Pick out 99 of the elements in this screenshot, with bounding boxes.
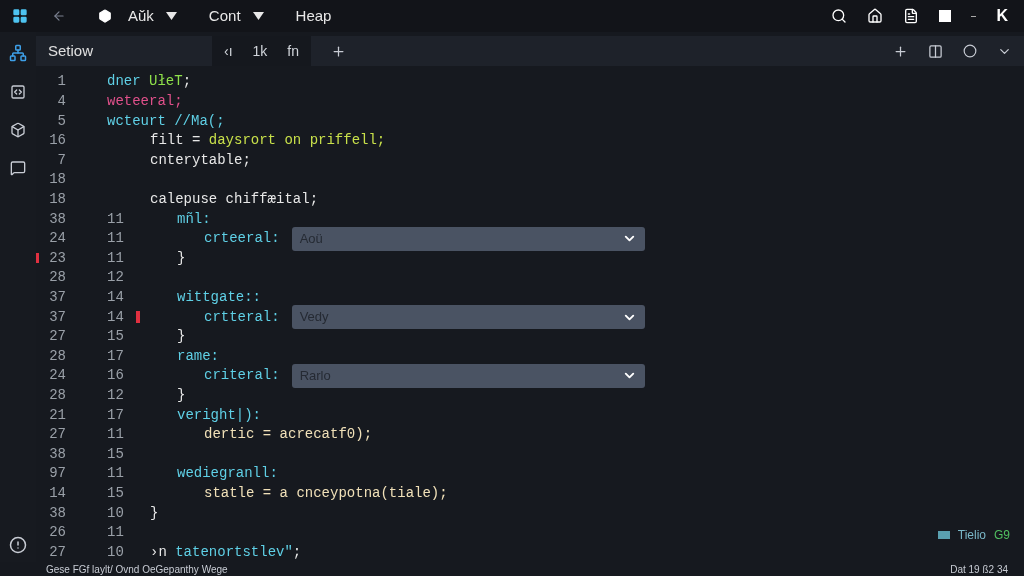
code-token: criteral: [204, 366, 280, 386]
menu-item[interactable]: Heap [295, 4, 332, 28]
line-number: 12 [107, 268, 124, 288]
line-number: 38 [49, 503, 66, 523]
line-number: 28 [49, 268, 66, 288]
close-button[interactable]: K [996, 4, 1008, 28]
network-icon[interactable] [9, 44, 27, 62]
line-number: 18 [49, 170, 66, 190]
status-text: Gese FGf laylt/ Ovnd OeGepanthy Wege [46, 562, 228, 576]
line-number: 14 [107, 307, 124, 327]
tab[interactable]: 1k [252, 40, 268, 62]
status-text: Dat 19 ß2 34 [950, 562, 1008, 576]
add-icon[interactable] [893, 43, 908, 59]
code-token: } [177, 385, 186, 405]
tab[interactable]: ‹ı [224, 40, 233, 62]
line-number: 5 [57, 111, 66, 131]
code-token: } [150, 503, 159, 523]
menu-item[interactable]: Aŭk [128, 4, 177, 28]
line-number: 28 [49, 385, 66, 405]
line-number: 37 [49, 307, 66, 327]
code-token: weteeral; [107, 92, 183, 112]
line-number: 11 [107, 464, 124, 484]
code-token: dertic = acrecatf0); [204, 425, 373, 445]
code-token: veright|): [177, 405, 261, 425]
line-number: 27 [49, 327, 66, 347]
line-number: 17 [107, 405, 124, 425]
line-number: 15 [107, 327, 124, 347]
line-number: 27 [49, 425, 66, 445]
add-icon[interactable] [331, 43, 347, 59]
code-token: rame: [177, 346, 219, 366]
line-number: 14 [107, 288, 124, 307]
line-number: 28 [49, 346, 66, 366]
line-number: 14 [49, 483, 66, 503]
code-token: mñl: [177, 209, 211, 229]
house-icon[interactable] [867, 8, 884, 24]
line-number: 16 [49, 131, 66, 151]
line-number: 11 [107, 229, 124, 249]
status-label: Tielio [957, 527, 986, 544]
circle-icon[interactable] [963, 44, 977, 59]
alert-icon[interactable] [9, 536, 27, 554]
split-icon[interactable] [928, 43, 943, 59]
line-number: 21 [49, 405, 66, 425]
line-number: 11 [107, 209, 124, 229]
search-icon[interactable] [831, 8, 848, 24]
menu-item[interactable]: Cont [208, 4, 264, 28]
code-token: UłeT [149, 72, 183, 92]
line-number: 24 [49, 229, 66, 249]
status-count: G9 [994, 527, 1010, 544]
code-token: filt = [150, 131, 202, 151]
minimize-icon[interactable] [971, 15, 977, 17]
square-icon[interactable] [939, 10, 952, 22]
line-number: 15 [107, 483, 124, 503]
code-token: ›n [150, 542, 168, 562]
line-number: 1 [57, 72, 66, 92]
line-number: 37 [49, 288, 66, 307]
code-token: daysrort on priffell; [208, 131, 386, 151]
line-number: 11 [107, 248, 124, 268]
line-number: 24 [49, 366, 66, 386]
line-number: 12 [107, 385, 124, 405]
line-number: 27 [49, 542, 66, 562]
cube-icon[interactable] [10, 122, 26, 138]
line-number: 38 [49, 444, 66, 464]
code-panel-icon[interactable] [10, 84, 26, 100]
line-number: 26 [49, 523, 66, 543]
code-token: crtteral: [204, 307, 280, 327]
line-number: 7 [57, 150, 66, 170]
line-number: 97 [49, 464, 66, 484]
code-token: wediegranll: [177, 464, 278, 484]
grid-icon[interactable] [12, 8, 28, 24]
line-number: 4 [57, 92, 66, 112]
code-token: } [177, 248, 186, 268]
line-number: 16 [107, 366, 124, 386]
code-token: dner [107, 72, 142, 92]
code-token: crteeral: [204, 229, 280, 249]
code-token: ; [182, 72, 192, 92]
app-icon [98, 9, 112, 23]
line-number: 23 [49, 248, 66, 268]
line-number: 11 [107, 425, 124, 445]
code-token: ; [292, 542, 302, 562]
line-number: 10 [107, 542, 124, 562]
code-token: } [177, 327, 186, 347]
document-icon[interactable] [903, 8, 920, 24]
line-number: 10 [107, 503, 124, 523]
code-token: tatenortstlev" [175, 542, 293, 562]
line-number: 18 [49, 190, 66, 209]
status-icon [937, 531, 950, 539]
line-number: 15 [107, 444, 124, 464]
tab[interactable]: Setiow [36, 36, 212, 67]
back-icon[interactable] [52, 9, 66, 23]
chat-icon[interactable] [10, 160, 26, 176]
line-number: 11 [107, 523, 124, 543]
code-token: wittgate:: [177, 288, 261, 307]
tab[interactable]: fn [287, 40, 300, 62]
code-token: calepuse chiffæital; [150, 190, 319, 209]
code-token: cnterytable; [150, 150, 251, 170]
line-number: 38 [49, 209, 66, 229]
code-token: statle = a cnceypotna(tiale); [204, 483, 448, 503]
line-number: 17 [107, 346, 124, 366]
code-token: wcteurt //Ma(; [107, 111, 225, 131]
